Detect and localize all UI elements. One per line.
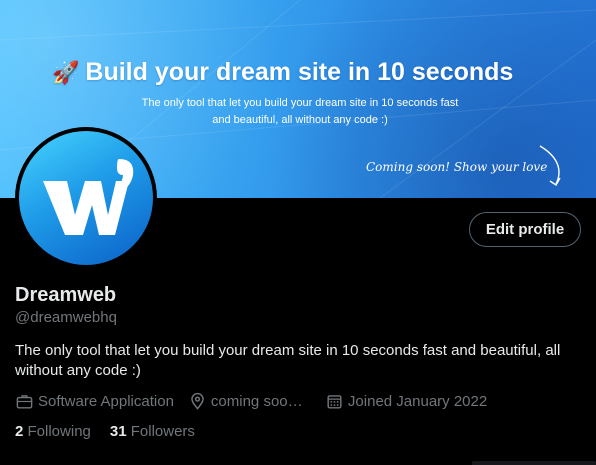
rocket-icon: 🚀 xyxy=(52,59,80,85)
following-link[interactable]: 2 Following xyxy=(15,423,91,440)
briefcase-icon xyxy=(16,395,33,409)
joined-text: Joined January 2022 xyxy=(347,393,488,410)
followers-count: 31 xyxy=(109,423,127,440)
banner-subtitle-line2: and beautiful, all without any code :) xyxy=(212,114,388,126)
profile-handle: @dreamwebhq xyxy=(15,309,117,326)
category-text: Software Application xyxy=(38,393,174,410)
avatar[interactable] xyxy=(15,127,157,269)
location-item: coming soon… xyxy=(188,392,311,411)
dreamweb-logo-icon xyxy=(19,131,153,265)
banner-headline: 🚀 Build your dream site in 10 seconds xyxy=(52,58,572,87)
banner-cta: Coming soon! Show your love xyxy=(366,160,548,174)
followers-link[interactable]: 31 Followers xyxy=(110,423,195,440)
banner-headline-text: Build your dream site in 10 seconds xyxy=(85,58,514,86)
location-text: coming soon… xyxy=(210,393,311,410)
banner-subtitle-line1: The only tool that let you build your dr… xyxy=(141,97,459,109)
category-item: Software Application xyxy=(15,392,174,411)
profile-name: Dreamweb xyxy=(15,284,117,306)
profile-stats: 2 Following 31 Followers xyxy=(15,423,214,440)
bottom-panel-edge xyxy=(472,461,596,465)
profile-bio: The only tool that let you build your dr… xyxy=(15,342,561,379)
banner-subtitle: The only tool that let you build your dr… xyxy=(100,95,500,129)
following-label: Following xyxy=(27,423,91,440)
calendar-icon xyxy=(327,395,342,409)
location-pin-icon xyxy=(191,392,204,410)
joined-item: Joined January 2022 xyxy=(325,392,487,411)
following-count: 2 xyxy=(15,423,24,440)
profile-meta: Software Application coming soon… Joined… xyxy=(15,392,501,411)
edit-profile-button[interactable]: Edit profile xyxy=(469,212,581,247)
followers-label: Followers xyxy=(130,423,195,440)
